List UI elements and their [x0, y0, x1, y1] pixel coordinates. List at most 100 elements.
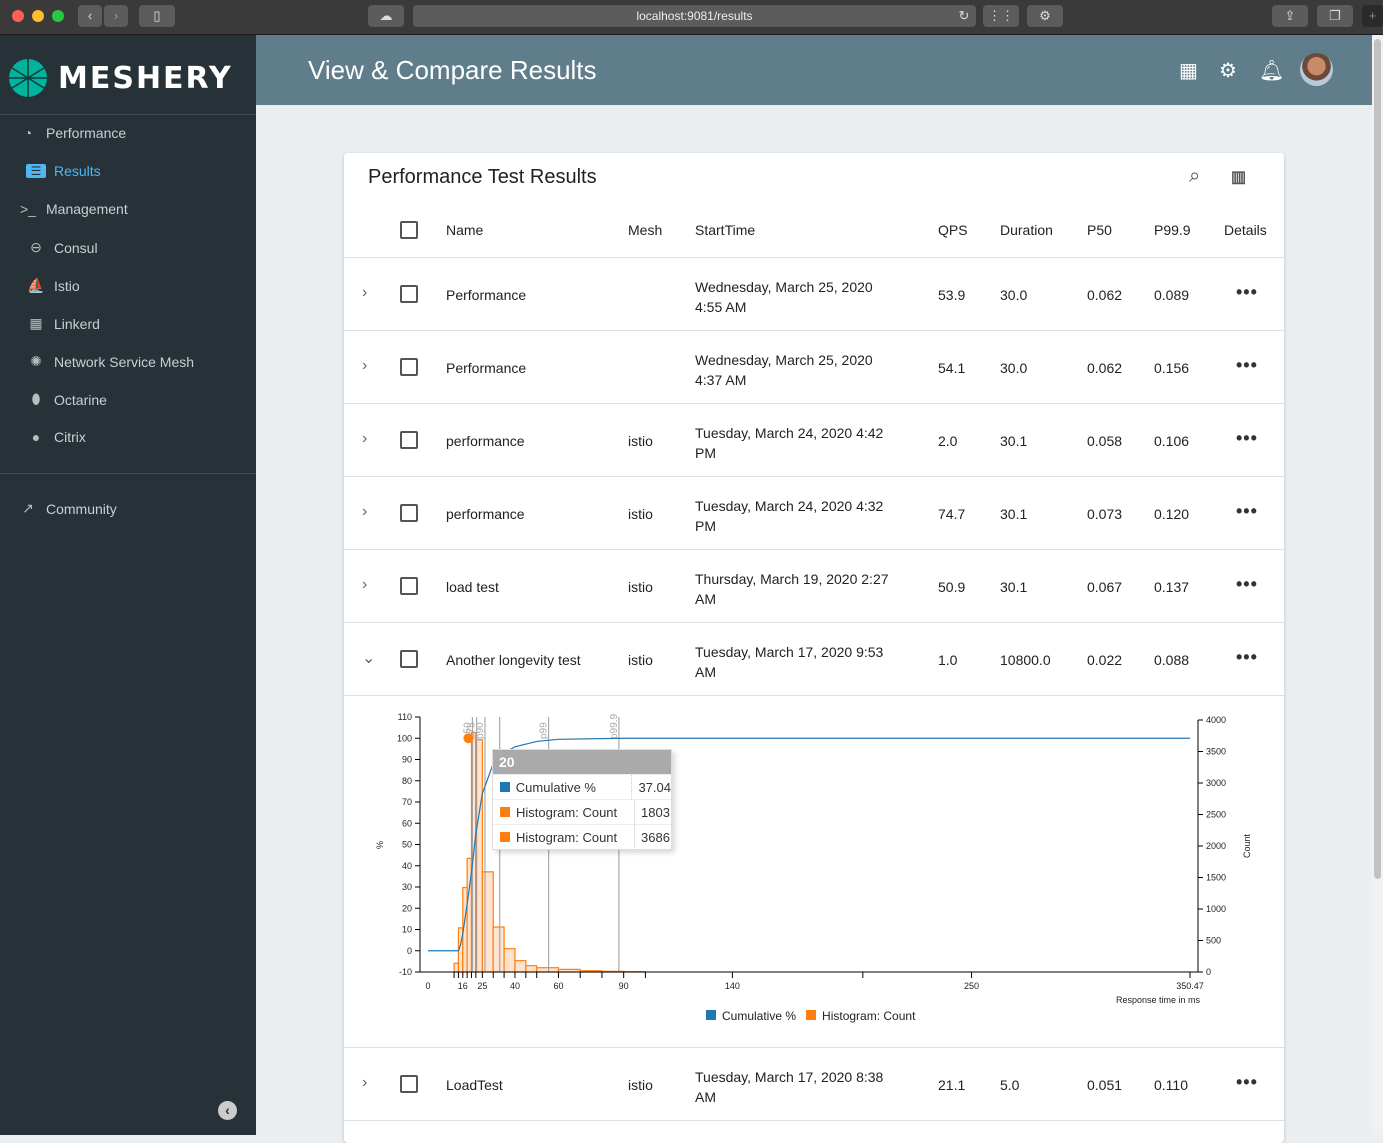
row-checkbox[interactable] [400, 504, 418, 522]
y-tick-label: -10 [399, 967, 412, 977]
y-tick-label: 20 [402, 903, 412, 913]
user-avatar[interactable] [1300, 53, 1333, 86]
table-row[interactable]: › performance istio Tuesday, March 24, 2… [344, 477, 1284, 550]
tabs-icon[interactable]: ❐ [1317, 5, 1353, 27]
label: Citrix [54, 429, 86, 445]
table-row[interactable]: › load test istio Thursday, March 19, 20… [344, 550, 1284, 623]
back-button[interactable]: ‹ [78, 5, 102, 27]
sidebar-item-community[interactable]: ↗Community [18, 500, 117, 517]
collapse-sidebar-icon[interactable]: ‹ [218, 1101, 237, 1120]
more-details-icon[interactable]: ••• [1236, 355, 1258, 376]
sidebar-item-istio[interactable]: ⛵Istio [26, 277, 80, 294]
table-row[interactable]: › Performance Wednesday, March 25, 20204… [344, 258, 1284, 331]
x-tick-label: 250 [964, 981, 979, 991]
column-p999[interactable]: P99.9 [1154, 222, 1191, 238]
chevron-right-icon[interactable]: › [362, 284, 367, 302]
sidebar-toggle-icon[interactable]: ▯ [139, 5, 175, 27]
speedometer-icon: ◔ [18, 125, 38, 141]
sidebar-item-network-service-mesh[interactable]: ✺Network Service Mesh [26, 353, 194, 370]
row-checkbox[interactable] [400, 577, 418, 595]
starttime-date: Wednesday, March 25, 2020 [695, 350, 873, 370]
grid-icon[interactable]: ⋮⋮ [983, 5, 1019, 27]
label: Management [46, 201, 128, 217]
row-checkbox[interactable] [400, 358, 418, 376]
cell-mesh: istio [628, 579, 653, 595]
sidebar-item-linkerd[interactable]: ▦Linkerd [26, 315, 100, 332]
cell-mesh: istio [628, 652, 653, 668]
legend-item-histogram[interactable]: Histogram: Count [806, 1009, 915, 1023]
dashboard-icon[interactable]: ▦ [1179, 58, 1198, 83]
column-name[interactable]: Name [446, 222, 483, 238]
cell-p999: 0.110 [1154, 1077, 1188, 1093]
table-row[interactable]: › Performance Wednesday, March 25, 20204… [344, 331, 1284, 404]
page-scrollbar[interactable] [1372, 35, 1383, 1135]
chevron-right-icon[interactable]: › [362, 503, 367, 521]
chevron-right-icon[interactable]: › [362, 1074, 367, 1092]
minimize-window-button[interactable] [32, 10, 44, 22]
forward-button[interactable]: › [104, 5, 128, 27]
row-checkbox[interactable] [400, 285, 418, 303]
more-details-icon[interactable]: ••• [1236, 282, 1258, 303]
y2-tick-label: 1000 [1206, 904, 1226, 914]
reload-icon[interactable]: ↻ [954, 5, 974, 27]
y-tick-label: 10 [402, 925, 412, 935]
close-window-button[interactable] [12, 10, 24, 22]
y-tick-label: 60 [402, 818, 412, 828]
column-starttime[interactable]: StartTime [695, 222, 755, 238]
maximize-window-button[interactable] [52, 10, 64, 22]
sidebar-item-management[interactable]: >_Management [18, 201, 128, 217]
cell-qps: 54.1 [938, 360, 965, 376]
histogram-bar [454, 963, 458, 972]
sidebar-item-citrix[interactable]: ●Citrix [26, 429, 86, 445]
cloud-icon[interactable]: ☁ [368, 5, 404, 27]
sidebar-item-performance[interactable]: ◔Performance [18, 125, 126, 141]
sidebar-item-consul[interactable]: ⊖Consul [26, 239, 98, 256]
new-tab-icon[interactable]: + [1362, 5, 1383, 27]
address-bar[interactable]: localhost:9081/results [413, 5, 976, 27]
starttime-date: Tuesday, March 17, 2020 8:38 [695, 1067, 883, 1087]
more-details-icon[interactable]: ••• [1236, 1072, 1258, 1093]
sidebar-item-results[interactable]: ☰Results [26, 163, 101, 179]
meshery-logo[interactable]: MESHERY [8, 58, 233, 98]
column-qps[interactable]: QPS [938, 222, 968, 238]
cell-p999: 0.088 [1154, 652, 1189, 668]
cell-duration: 30.1 [1000, 506, 1027, 522]
chevron-right-icon[interactable]: › [362, 576, 367, 594]
cell-starttime: Wednesday, March 25, 20204:37 AM [695, 350, 873, 390]
more-details-icon[interactable]: ••• [1236, 428, 1258, 449]
column-duration[interactable]: Duration [1000, 222, 1053, 238]
row-checkbox[interactable] [400, 431, 418, 449]
select-all-checkbox[interactable] [400, 221, 418, 239]
view-columns-icon[interactable]: ▥ [1231, 167, 1246, 187]
column-p50[interactable]: P50 [1087, 222, 1112, 238]
column-mesh[interactable]: Mesh [628, 222, 662, 238]
table-row[interactable]: ⌄ Another longevity test istio Tuesday, … [344, 623, 1284, 696]
chevron-right-icon[interactable]: › [362, 357, 367, 375]
legend-item-cumulative[interactable]: Cumulative % [706, 1009, 796, 1023]
cell-name: Another longevity test [446, 652, 581, 668]
more-details-icon[interactable]: ••• [1236, 574, 1258, 595]
extension-gear-icon[interactable]: ⚙ [1027, 5, 1063, 27]
chevron-down-icon[interactable]: ⌄ [362, 648, 375, 668]
column-details[interactable]: Details [1224, 222, 1267, 238]
x-tick-label: 16 [458, 981, 468, 991]
sidebar-item-octarine[interactable]: ⬮Octarine [26, 391, 107, 408]
table-row[interactable]: › LoadTest istio Tuesday, March 17, 2020… [344, 1048, 1284, 1121]
cell-starttime: Wednesday, March 25, 20204:55 AM [695, 277, 873, 317]
table-row[interactable]: › performance istio Tuesday, March 24, 2… [344, 404, 1284, 477]
more-details-icon[interactable]: ••• [1236, 647, 1258, 668]
chevron-right-icon[interactable]: › [362, 430, 367, 448]
more-details-icon[interactable]: ••• [1236, 501, 1258, 522]
tooltip-title: 20 [493, 750, 671, 774]
y2-axis-label: Count [1242, 834, 1252, 859]
chart-tooltip: 20 Cumulative %37.04 Histogram: Count180… [492, 749, 672, 850]
search-icon[interactable]: ⌕ [1189, 165, 1200, 188]
row-checkbox[interactable] [400, 650, 418, 668]
y-tick-label: 110 [398, 712, 412, 722]
row-checkbox[interactable] [400, 1075, 418, 1093]
chart-svg: p50p75p90p99p99.9-1001020304050607080901… [344, 696, 1284, 1048]
browser-toolbar: ‹ › ▯ ☁ localhost:9081/results ↻ ⋮⋮ ⚙ ⇪ … [0, 0, 1383, 35]
share-icon[interactable]: ⇪ [1272, 5, 1308, 27]
settings-icon[interactable]: ⚙ [1219, 58, 1237, 83]
notifications-bell-icon[interactable]: 🔔︎ [1259, 58, 1284, 83]
